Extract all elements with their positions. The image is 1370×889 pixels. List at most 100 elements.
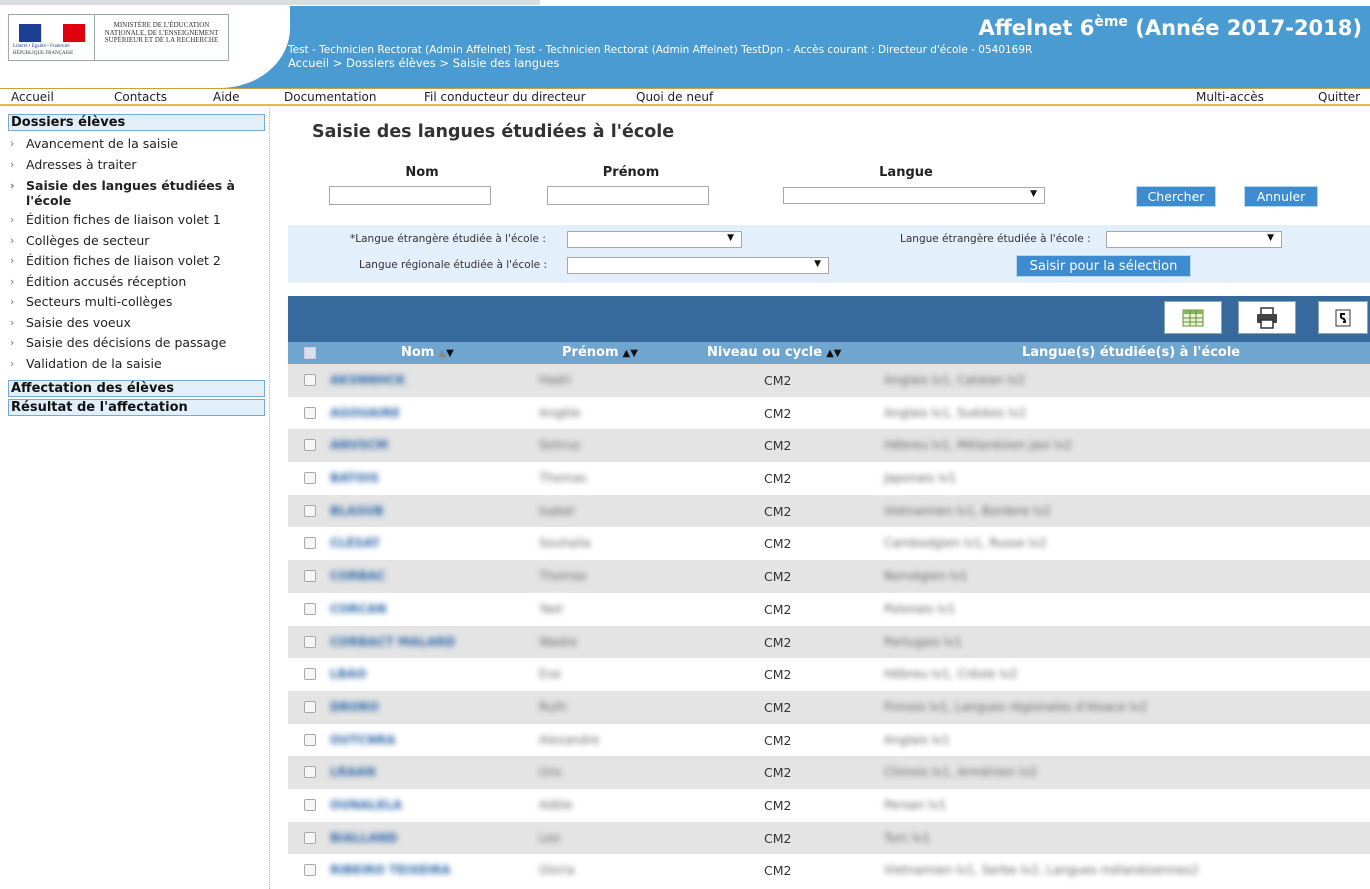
print-icon[interactable] [1238,301,1296,334]
table-row[interactable]: CLÉSAT Souhaila CM2 Cambodgien lv1, Russe l… [288,527,1370,561]
student-langues: Chinois lv1, Arménien lv2 [884,765,1038,780]
annuler-button[interactable]: Annuler [1244,186,1318,207]
student-nom-link[interactable]: CORBACT MALARD [330,635,455,649]
row-checkbox[interactable] [304,635,316,648]
table-row[interactable]: CORCAN Yael CM2 Polonais lv1 [288,592,1370,626]
table-header: Nom ▲▼ Prénom ▲▼ Niveau ou cycle ▲▼ Langue(… [288,342,1370,364]
row-checkbox[interactable] [304,766,316,779]
menu-fil-conducteur[interactable]: Fil conducteur du directeur [424,90,586,104]
table-row[interactable]: CORBACT MALARD Wadre CM2 Portugais lv1 [288,625,1370,659]
table-row[interactable]: OUTCNRA Alexandre CM2 Anglais lv1 [288,723,1370,757]
row-checkbox[interactable] [304,668,316,681]
sort-prenom-icon[interactable]: ▲▼ [623,348,638,359]
saisir-selection-button[interactable]: Saisir pour la sélection [1016,255,1191,277]
row-checkbox[interactable] [304,864,316,877]
select-all-checkbox[interactable] [304,347,316,359]
langue-etrangere-required-label: *Langue étrangère étudiée à l'école : [350,233,546,245]
student-nom-link[interactable]: BIALLAND [330,831,397,845]
row-checkbox[interactable] [304,700,316,713]
sidebar-item-accuses-reception[interactable]: › Édition accusés réception [10,272,269,293]
sidebar-item-avancement[interactable]: › Avancement de la saisie [10,134,269,155]
table-row[interactable]: BATOIS Thomas CM2 Japonais lv1 [288,462,1370,495]
chevron-right-icon: › [10,274,15,288]
row-checkbox[interactable] [304,439,316,452]
menu-multi-acces[interactable]: Multi-accès [1196,90,1264,104]
langue-etrangere-select[interactable]: ▼ [1106,231,1282,248]
student-nom-link[interactable]: LRAAN [330,765,376,779]
table-row[interactable]: LRAAN Uns CM2 Chinois lv1, Arménien lv2 [288,756,1370,789]
student-niveau: CM2 [764,732,792,748]
sidebar-item-colleges-secteur[interactable]: › Collèges de secteur [10,231,269,252]
sidebar-section-affectation[interactable]: Affectation des élèves [8,380,265,397]
table-row[interactable]: AKSNNHCK Hadri CM2 Anglais lv1, Catalan lv2 [288,364,1370,397]
sidebar-item-multi-colleges[interactable]: › Secteurs multi-collèges [10,292,269,313]
sidebar-item-adresses[interactable]: › Adresses à traiter [10,155,269,176]
ministry-logo[interactable]: Liberté • Égalité • Fraternité RÉPUBLIQU… [8,14,229,61]
table-row[interactable]: OUNALELA Adèle CM2 Persan lv1 [288,788,1370,822]
menu-quitter[interactable]: Quitter [1318,90,1360,104]
menu-aide[interactable]: Aide [213,90,240,104]
dropdown-arrow-icon: ▼ [814,259,821,269]
student-nom-link[interactable]: BATOIS [330,471,379,485]
row-checkbox[interactable] [304,504,316,517]
langue-etrangere-required-select[interactable]: ▼ [567,231,742,248]
row-checkbox[interactable] [304,570,316,583]
table-row[interactable]: DRORO Ruth CM2 Finnois lv1, Langues régiona… [288,690,1370,724]
student-nom-link[interactable]: CORCAN [330,602,386,616]
student-nom-link[interactable]: BLASUB [330,504,384,518]
menu-contacts[interactable]: Contacts [114,90,167,104]
return-icon[interactable] [1318,301,1368,334]
student-nom-link[interactable]: AGOUAIRE [330,406,400,420]
sidebar-item-edition-volet1[interactable]: › Édition fiches de liaison volet 1 [10,210,269,231]
table-row[interactable]: BLASUB Isabel CM2 Vietnamien lv1, Bordere l… [288,494,1370,528]
student-nom-link[interactable]: DRORO [330,700,379,714]
table-row[interactable]: ANVSCM Sohrus CM2 Hébreu lv1, Mélanésien ja… [288,429,1370,463]
column-niveau[interactable]: Niveau ou cycle ▲▼ [707,345,841,360]
row-checkbox[interactable] [304,406,316,419]
menu-accueil[interactable]: Accueil [11,90,54,104]
sidebar-item-saisie-langues[interactable]: › Saisie des langues étudiées à l'école [10,175,269,210]
row-checkbox[interactable] [304,602,316,615]
student-nom-link[interactable]: OUNALELA [330,798,402,812]
table-row[interactable]: RIBEIRO TEIXEIRA Gloria CM2 Vietnamien lv1,… [288,854,1370,887]
sidebar-section-dossiers[interactable]: Dossiers élèves [8,114,265,131]
row-checkbox[interactable] [304,537,316,550]
chevron-right-icon: › [10,254,15,267]
langue-regionale-select[interactable]: ▼ [567,257,829,274]
sidebar-item-decisions-passage[interactable]: › Saisie des décisions de passage [10,333,269,354]
student-nom-link[interactable]: RIBEIRO TEIXEIRA [330,863,450,877]
student-nom-link[interactable]: LBAO [330,667,366,681]
table-row[interactable]: BIALLAND Leo CM2 Turc lv1 [288,821,1370,855]
column-nom[interactable]: Nom ▲▼ [401,345,454,360]
sidebar-section-resultat[interactable]: Résultat de l'affectation [8,399,265,416]
menu-quoi-de-neuf[interactable]: Quoi de neuf [636,90,713,104]
table-row[interactable]: CORBAC Thomas CM2 Norvégien lv1 [288,560,1370,593]
sidebar-item-edition-volet2[interactable]: › Édition fiches de liaison volet 2 [10,251,269,272]
student-nom-link[interactable]: AKSNNHCK [330,373,405,387]
row-checkbox[interactable] [304,374,316,386]
row-checkbox[interactable] [304,472,316,485]
spreadsheet-export-icon[interactable] [1164,301,1222,334]
row-checkbox[interactable] [304,831,316,844]
student-nom-link[interactable]: CLÉSAT [330,536,380,550]
row-checkbox[interactable] [304,733,316,746]
menu-documentation[interactable]: Documentation [284,90,377,104]
top-menu-bar: Accueil Contacts Aide Documentation Fil … [0,88,1370,106]
table-row[interactable]: AGOUAIRE Angèle CM2 Anglais lv1, Suédois lv… [288,396,1370,430]
nom-search-input[interactable] [329,186,491,205]
langue-search-select[interactable]: ▼ [783,187,1045,204]
row-checkbox[interactable] [304,798,316,811]
sort-nom-icon[interactable]: ▲▼ [438,348,453,359]
sort-niveau-icon[interactable]: ▲▼ [826,348,841,359]
sidebar-item-validation[interactable]: › Validation de la saisie [10,354,269,375]
student-nom-link[interactable]: OUTCNRA [330,733,396,747]
sidebar-item-voeux[interactable]: › Saisie des voeux [10,313,269,334]
student-nom-link[interactable]: CORBAC [330,569,386,583]
prenom-search-input[interactable] [547,186,709,205]
table-row[interactable]: LBAO Eve CM2 Hébreu lv1, Créole lv2 [288,658,1370,691]
student-nom-link[interactable]: ANVSCM [330,438,388,452]
student-prenom: Gloria [539,863,575,878]
chevron-right-icon: › [10,315,15,329]
chercher-button[interactable]: Chercher [1136,186,1216,207]
column-prenom[interactable]: Prénom ▲▼ [562,345,638,360]
